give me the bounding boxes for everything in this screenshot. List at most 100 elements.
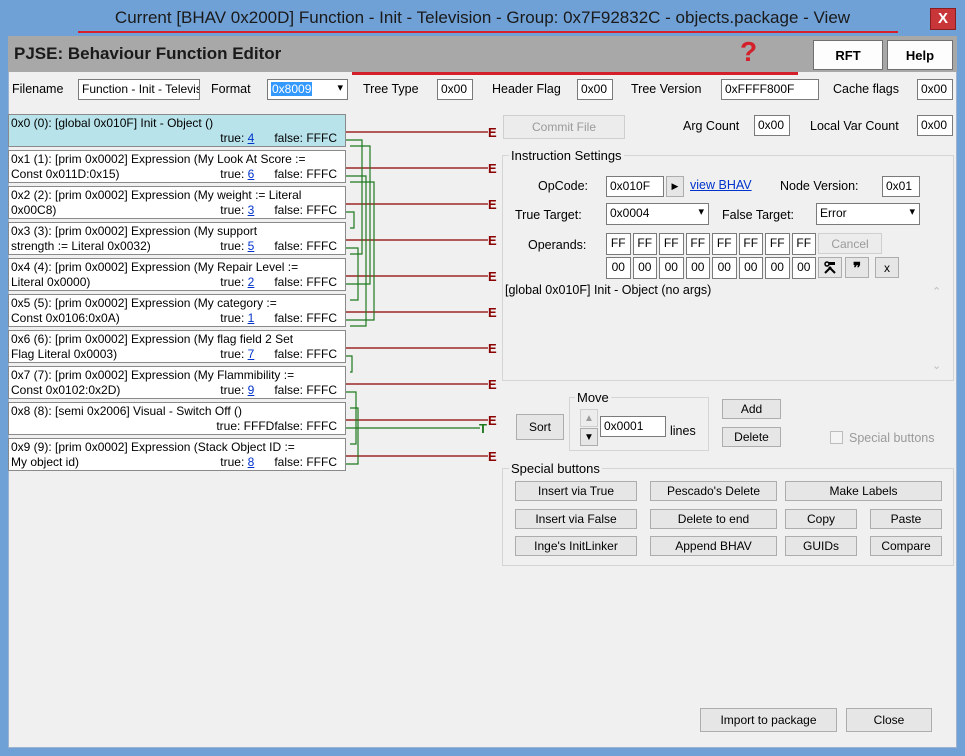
true-target-link[interactable]: 8	[248, 455, 255, 469]
operand-field[interactable]: FF	[712, 233, 737, 255]
opcode-field[interactable]: 0x010F	[606, 176, 664, 197]
node-label-2: strength := Literal 0x0032)	[11, 239, 151, 253]
tree-node-2[interactable]: 0x2 (2): [prim 0x0002] Expression (My we…	[8, 186, 346, 219]
node-label: 0x8 (8): [semi 0x2006] Visual - Switch O…	[11, 404, 242, 418]
operand-field[interactable]: FF	[659, 233, 684, 255]
tree-node-4[interactable]: 0x4 (4): [prim 0x0002] Expression (My Re…	[8, 258, 346, 291]
false-target: false: FFFC	[274, 383, 337, 397]
true-target-select[interactable]: 0x0004 ▾	[606, 203, 709, 225]
false-target-select[interactable]: Error ▾	[816, 203, 920, 225]
node-label: 0x7 (7): [prim 0x0002] Expression (My Fl…	[11, 368, 295, 382]
error-end-badge: E	[488, 125, 497, 140]
node-targets: true: 7 false: FFFC	[220, 347, 337, 362]
error-end-badge: E	[488, 377, 497, 392]
local-var-count-label: Local Var Count	[810, 119, 899, 133]
tree-node-0[interactable]: 0x0 (0): [global 0x010F] Init - Object (…	[8, 114, 346, 147]
true-target-link[interactable]: 4	[248, 131, 255, 145]
delete-to-end-button[interactable]: Delete to end	[650, 509, 777, 529]
scroll-up-icon[interactable]: ⌃	[932, 285, 941, 298]
operand-field[interactable]: 00	[712, 257, 737, 279]
operand-field[interactable]: FF	[738, 233, 763, 255]
true-target-link[interactable]: 9	[248, 383, 255, 397]
true-prefix: true: FFFD	[216, 419, 275, 433]
operand-field[interactable]: FF	[791, 233, 816, 255]
insert-via-true-button[interactable]: Insert via True	[515, 481, 637, 501]
true-target-link[interactable]: 1	[248, 311, 255, 325]
error-end-badge: E	[488, 449, 497, 464]
tree-node-3[interactable]: 0x3 (3): [prim 0x0002] Expression (My su…	[8, 222, 346, 255]
tree-node-1[interactable]: 0x1 (1): [prim 0x0002] Expression (My Lo…	[8, 150, 346, 183]
tree-node-8[interactable]: 0x8 (8): [semi 0x2006] Visual - Switch O…	[8, 402, 346, 435]
error-end-badge: E	[488, 305, 497, 320]
inges-initlinker-button[interactable]: Inge's InitLinker	[515, 536, 637, 556]
operand-field[interactable]: FF	[685, 233, 710, 255]
node-label: 0x4 (4): [prim 0x0002] Expression (My Re…	[11, 260, 299, 274]
copy-button[interactable]: Copy	[785, 509, 857, 529]
true-target-link[interactable]: 7	[248, 347, 255, 361]
guids-button[interactable]: GUIDs	[785, 536, 857, 556]
clear-x-button[interactable]: x	[875, 257, 899, 278]
operand-field[interactable]: 00	[685, 257, 710, 279]
true-target-link[interactable]: 5	[248, 239, 255, 253]
true-prefix: true:	[220, 167, 248, 181]
node-version-field[interactable]: 0x01	[882, 176, 920, 197]
error-end-badge: E	[488, 413, 497, 428]
move-lines-field[interactable]: 0x0001	[600, 416, 666, 437]
true-prefix: true:	[220, 311, 248, 325]
view-bhav-link[interactable]: view BHAV	[690, 178, 752, 192]
node-label: 0x6 (6): [prim 0x0002] Expression (My fl…	[11, 332, 294, 346]
operands-label: Operands:	[528, 238, 587, 252]
error-end-badge: E	[488, 197, 497, 212]
tree-node-7[interactable]: 0x7 (7): [prim 0x0002] Expression (My Fl…	[8, 366, 346, 399]
import-to-package-button[interactable]: Import to package	[700, 708, 837, 732]
node-label-2: Const 0x0106:0x0A)	[11, 311, 120, 325]
true-target-link[interactable]: 2	[248, 275, 255, 289]
wizard-tools-icon[interactable]	[818, 257, 842, 278]
operand-field[interactable]: 00	[632, 257, 657, 279]
insert-via-false-button[interactable]: Insert via False	[515, 509, 637, 529]
error-end-badge: E	[488, 269, 497, 284]
tree-node-5[interactable]: 0x5 (5): [prim 0x0002] Expression (My ca…	[8, 294, 346, 327]
tree-node-6[interactable]: 0x6 (6): [prim 0x0002] Expression (My fl…	[8, 330, 346, 363]
operand-field[interactable]: 00	[738, 257, 763, 279]
quote-icon[interactable]: ❞	[845, 257, 869, 278]
description-scrollbar[interactable]: ⌃ ⌄	[928, 283, 948, 379]
move-down-arrow-icon[interactable]: ▼	[580, 428, 598, 446]
paste-button[interactable]: Paste	[870, 509, 942, 529]
operand-field[interactable]: 00	[659, 257, 684, 279]
operand-field[interactable]: 00	[606, 257, 631, 279]
true-target-link[interactable]: 3	[248, 203, 255, 217]
delete-button[interactable]: Delete	[722, 427, 781, 447]
make-labels-button[interactable]: Make Labels	[785, 481, 942, 501]
false-target: false: FFFC	[274, 455, 337, 469]
node-label: 0x2 (2): [prim 0x0002] Expression (My we…	[11, 188, 302, 202]
commit-file-button[interactable]: Commit File	[503, 115, 625, 139]
move-group-title: Move	[575, 390, 611, 405]
operands-row-2: 00 00 00 00 00 00 00 00	[606, 257, 816, 279]
cancel-button[interactable]: Cancel	[818, 233, 882, 254]
operand-field[interactable]: 00	[765, 257, 790, 279]
opcode-label: OpCode:	[538, 179, 589, 193]
move-up-arrow-icon[interactable]: ▲	[580, 409, 598, 427]
operand-field[interactable]: FF	[632, 233, 657, 255]
play-arrow-icon[interactable]: ▶	[666, 176, 684, 197]
add-button[interactable]: Add	[722, 399, 781, 419]
scroll-down-icon[interactable]: ⌄	[932, 359, 941, 372]
local-var-count-field[interactable]: 0x00	[917, 115, 953, 136]
append-bhav-button[interactable]: Append BHAV	[650, 536, 777, 556]
false-target: false: FFFC	[274, 275, 337, 289]
tree-node-9[interactable]: 0x9 (9): [prim 0x0002] Expression (Stack…	[8, 438, 346, 471]
pescados-delete-button[interactable]: Pescado's Delete	[650, 481, 777, 501]
operand-field[interactable]: FF	[606, 233, 631, 255]
true-prefix: true:	[220, 131, 248, 145]
sort-button[interactable]: Sort	[516, 414, 564, 440]
false-target: false: FFFC	[274, 311, 337, 325]
compare-button[interactable]: Compare	[870, 536, 942, 556]
operand-field[interactable]: FF	[765, 233, 790, 255]
close-button[interactable]: Close	[846, 708, 932, 732]
true-target-link[interactable]: 6	[248, 167, 255, 181]
operand-field[interactable]: 00	[791, 257, 816, 279]
arg-count-field[interactable]: 0x00	[754, 115, 790, 136]
special-buttons-checkbox[interactable]	[830, 431, 843, 444]
false-target-label: False Target:	[722, 208, 795, 222]
